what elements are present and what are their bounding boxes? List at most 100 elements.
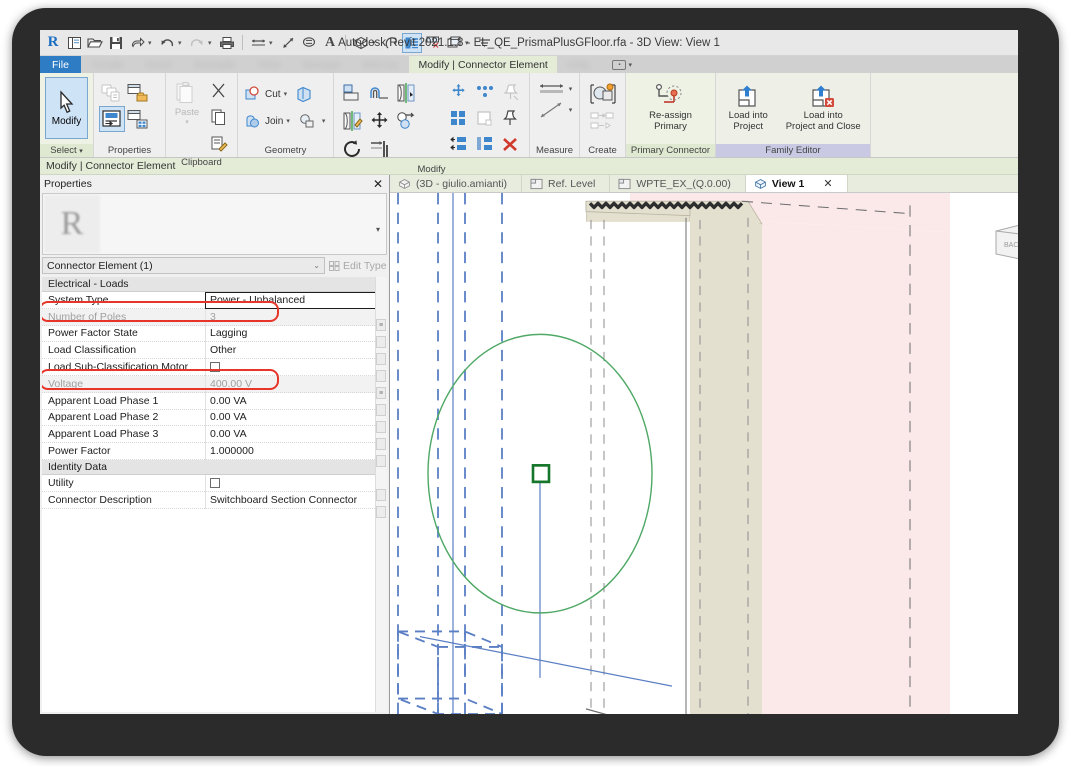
type-properties-icon[interactable] [99,80,125,106]
mirror-draw-axis-icon[interactable] [339,107,366,135]
table-row[interactable]: Utility [42,474,387,492]
edit-type-button[interactable]: Edit Type [325,257,387,274]
chevron-down-icon[interactable]: ⌄ [313,261,320,270]
revit-logo-icon[interactable]: R [43,33,63,53]
copy-element-icon[interactable] [393,107,420,135]
tab-manage[interactable]: Manage [291,56,351,73]
table-row[interactable]: Number of Poles 3 [42,308,387,326]
tab-insert[interactable]: Insert [134,56,182,73]
family-types-icon[interactable] [99,106,125,132]
property-value[interactable]: Lagging [205,325,387,343]
row-grip[interactable] [376,370,386,382]
align-icon[interactable] [339,79,366,107]
array-icon[interactable] [445,79,471,105]
copy-icon[interactable] [206,104,232,130]
property-value[interactable]: Other [205,342,387,360]
row-grip[interactable] [376,455,386,467]
join-geometry-button[interactable]: Join ▾ [243,109,292,133]
join-geometry-caret-icon[interactable]: ▾ [286,117,290,125]
row-grip[interactable]: ≡ [376,319,386,331]
paint-icon[interactable] [294,108,320,134]
table-row[interactable]: Connector Description Switchboard Sectio… [42,491,387,509]
dimension-caret-icon[interactable]: ▾ [269,39,277,47]
rotate-icon[interactable] [339,135,366,163]
mirror-pick-axis-icon[interactable] [393,79,420,107]
3d-view-caret-icon[interactable]: ▾ [372,39,380,47]
property-value[interactable]: 0.00 VA [205,392,387,410]
measure-along-caret-icon[interactable]: ▾ [569,106,573,114]
property-value[interactable]: 1.000000 [205,443,387,460]
create-similar-icon[interactable] [586,80,620,108]
table-row[interactable]: Load Sub-Classification Motor [42,359,387,376]
property-value[interactable]: Power - Unbalanced [205,292,387,309]
table-row[interactable]: System Type Power - Unbalanced [42,292,387,309]
unpin-icon[interactable] [497,105,523,131]
split-face-icon[interactable] [291,81,317,107]
cut-geometry-button[interactable]: Cut ▾ [243,82,289,106]
paste-caret-icon[interactable]: ▾ [185,118,189,126]
close-icon[interactable]: ✕ [373,178,383,190]
switch-windows-icon[interactable] [444,33,464,53]
close-hidden-windows-icon[interactable]: ✕ [423,33,443,53]
offset-icon[interactable] [366,79,393,107]
table-row[interactable]: Apparent Load Phase 3 0.00 VA [42,426,387,444]
tab-create[interactable]: Create [81,56,135,73]
aligned-dimension-icon[interactable] [248,33,268,53]
ungroup-icon[interactable] [471,105,497,131]
measure-icon[interactable] [278,33,298,53]
table-row[interactable]: Apparent Load Phase 2 0.00 VA [42,409,387,427]
view-tab-wpte-ex[interactable]: WPTE_EX_(Q.0.00) [610,175,746,192]
pin-icon[interactable] [497,79,523,105]
row-grip[interactable] [376,353,386,365]
row-grip[interactable] [376,336,386,348]
cut-geometry-caret-icon[interactable]: ▾ [284,90,288,98]
tab-help[interactable]: Help [557,56,601,73]
thin-lines-icon[interactable] [402,32,422,53]
view-tab-view-1[interactable]: View 1 ✕ [745,175,848,192]
property-value[interactable] [205,474,387,492]
row-grip[interactable] [376,489,386,501]
split-element-icon[interactable] [445,131,471,157]
text-icon[interactable]: A [320,33,340,53]
family-category-icon[interactable] [125,80,151,106]
utility-checkbox[interactable] [210,477,220,488]
table-row[interactable]: Power Factor State Lagging [42,325,387,343]
delete-icon[interactable] [497,131,523,157]
re-assign-primary-button[interactable]: Re-assign Primary [631,81,710,132]
redo-icon[interactable] [187,33,207,53]
save-icon[interactable] [106,33,126,53]
view-tab-3d-giulio-amianti[interactable]: (3D - giulio.amianti) [390,175,523,192]
chevron-down-icon[interactable]: ▾ [376,225,380,234]
split-with-gap-icon[interactable] [471,131,497,157]
tab-addins[interactable]: Add-Ins [351,56,409,73]
modify-button[interactable]: Modify [45,77,88,139]
group-icon[interactable] [445,105,471,131]
type-selector[interactable]: R ▾ [42,193,387,255]
match-type-icon[interactable] [206,130,232,156]
redo-caret-icon[interactable]: ▾ [208,39,216,47]
default-3d-view-icon[interactable] [351,33,371,53]
property-value[interactable] [205,359,387,376]
tab-annotate[interactable]: Annotate [183,56,247,73]
create-group-icon[interactable] [586,110,620,132]
property-value[interactable]: 0.00 VA [205,426,387,444]
display-mode-caret-icon[interactable]: ▾ [628,61,632,69]
row-grip[interactable] [376,421,386,433]
table-row[interactable]: Load Classification Other [42,342,387,360]
close-icon[interactable]: ✕ [823,177,832,190]
table-row[interactable]: Power Factor 1.000000 [42,443,387,460]
cut-icon[interactable] [206,78,232,104]
measure-between-caret-icon[interactable]: ▾ [569,85,573,93]
section-icon[interactable] [381,33,401,53]
property-group-electrical-loads[interactable]: Electrical - Loads ⌃ [42,277,387,292]
view-tab-ref-level[interactable]: Ref. Level [522,175,611,192]
table-row[interactable]: Apparent Load Phase 1 0.00 VA [42,392,387,410]
tab-view[interactable]: View [247,56,292,73]
save-as-caret-icon[interactable]: ▾ [148,39,156,47]
row-grip[interactable] [376,404,386,416]
undo-caret-icon[interactable]: ▾ [178,39,186,47]
table-row[interactable]: Voltage 400.00 V [42,375,387,393]
row-grip[interactable] [376,438,386,450]
property-group-identity-data[interactable]: Identity Data ⌃ [42,459,387,475]
property-value[interactable]: Switchboard Section Connector [205,491,387,509]
